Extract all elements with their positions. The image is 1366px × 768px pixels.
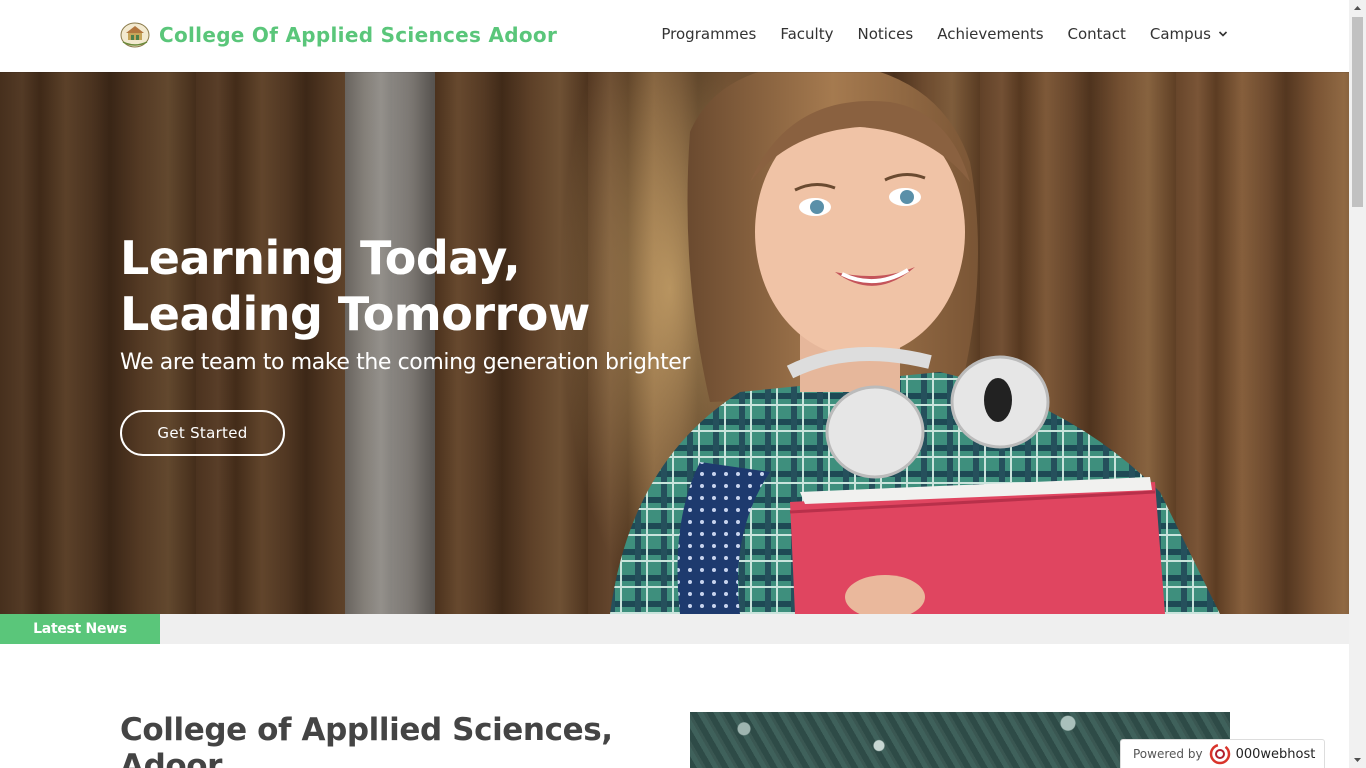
nav-item-achievements[interactable]: Achievements (937, 25, 1043, 43)
hero-banner: Learning Today, Leading Tomorrow We are … (0, 72, 1349, 614)
page-scrollbar[interactable] (1349, 0, 1366, 768)
get-started-button[interactable]: Get Started (120, 410, 285, 456)
scroll-down-arrow-icon[interactable] (1349, 751, 1366, 768)
nav-item-programmes[interactable]: Programmes (661, 25, 756, 43)
powered-by-text: Powered by (1133, 747, 1203, 761)
latest-news-bar: Latest News (0, 614, 1349, 644)
scrollbar-thumb[interactable] (1352, 17, 1363, 207)
hero-title-line1: Learning Today, (120, 231, 521, 285)
main-nav: Programmes Faculty Notices Achievements … (661, 25, 1228, 43)
nav-item-notices[interactable]: Notices (857, 25, 913, 43)
nav-item-campus-label: Campus (1149, 25, 1211, 43)
nav-item-faculty[interactable]: Faculty (780, 25, 833, 43)
scroll-up-arrow-icon[interactable] (1349, 0, 1366, 17)
college-emblem-icon (120, 22, 150, 48)
hero-student-photo (600, 72, 1220, 614)
nav-item-campus[interactable]: Campus (1150, 25, 1228, 43)
powered-by-badge[interactable]: Powered by 000webhost (1120, 739, 1325, 768)
hero-text: Learning Today, Leading Tomorrow We are … (120, 230, 690, 375)
about-heading: College of Appllied Sciences, Adoor (120, 712, 613, 768)
chevron-down-icon (1218, 29, 1228, 39)
000webhost-logo-icon (1209, 743, 1231, 765)
latest-news-label: Latest News (0, 614, 160, 644)
nav-item-contact[interactable]: Contact (1068, 25, 1126, 43)
site-title: College Of Applied Sciences Adoor (159, 23, 558, 47)
hero-subtitle: We are team to make the coming generatio… (120, 350, 691, 375)
brand[interactable]: College Of Applied Sciences Adoor (120, 22, 557, 48)
powered-by-brand: 000webhost (1235, 746, 1316, 762)
site-header: College Of Applied Sciences Adoor Progra… (0, 0, 1349, 72)
hero-title-line2: Leading Tomorrow (120, 287, 590, 341)
